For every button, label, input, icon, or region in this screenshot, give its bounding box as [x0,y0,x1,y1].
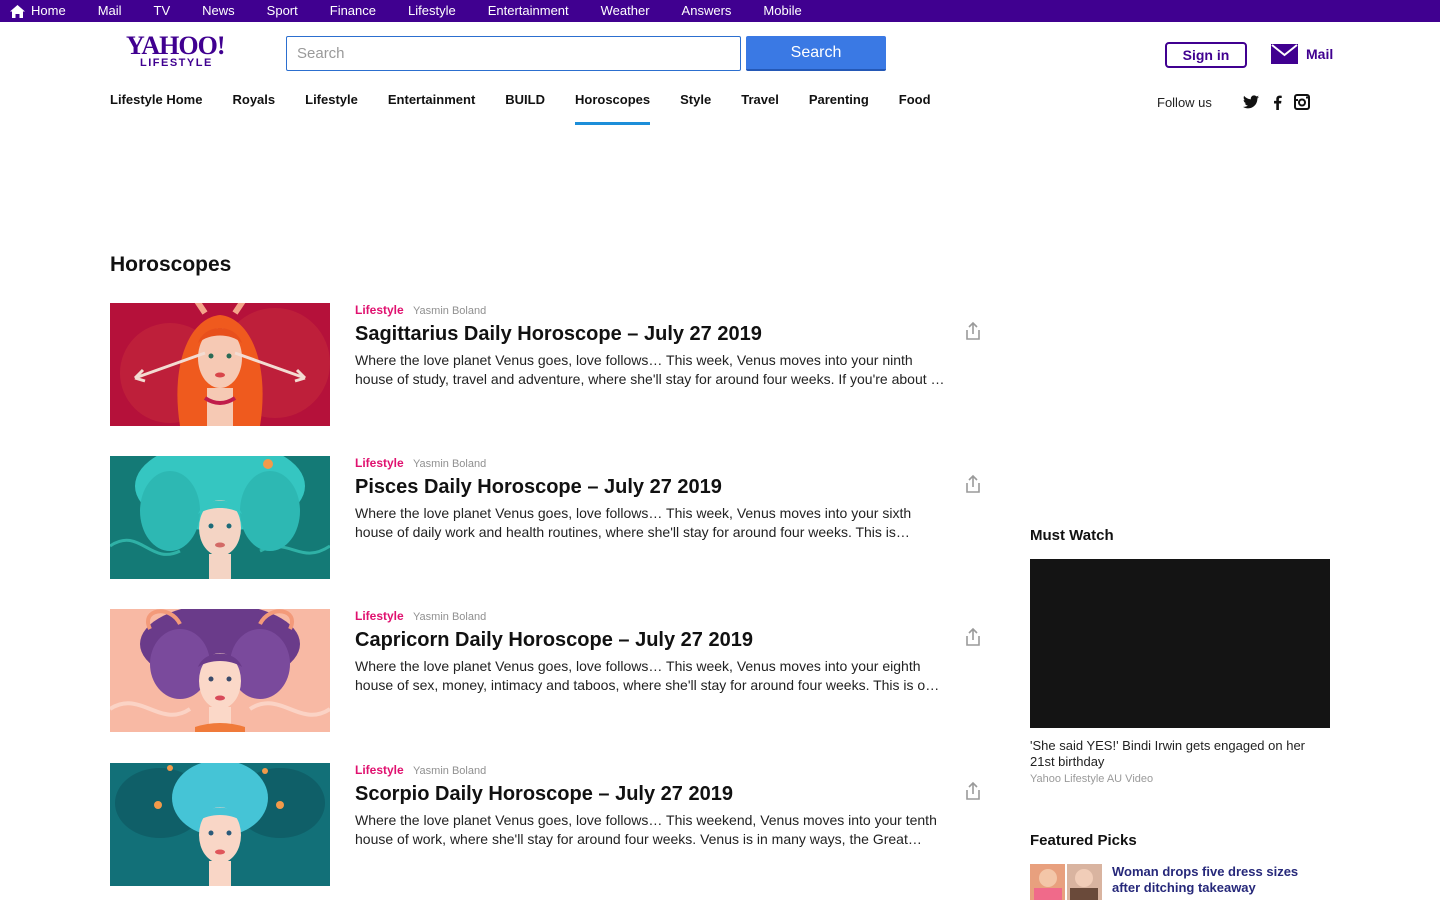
nav-travel[interactable]: Travel [741,92,779,125]
article-category[interactable]: Lifestyle [355,303,404,317]
top-nav-news[interactable]: News [202,0,235,22]
sign-in-button[interactable]: Sign in [1165,42,1247,68]
mail-icon [1271,44,1298,64]
top-nav-entertainment[interactable]: Entertainment [488,0,569,22]
top-nav-answers[interactable]: Answers [682,0,732,22]
logo-main-text: YAHOO! [126,31,226,60]
nav-lifestyle-home[interactable]: Lifestyle Home [110,92,202,125]
article-thumbnail[interactable] [110,763,330,886]
top-nav-mail[interactable]: Mail [98,0,122,22]
article-meta: Lifestyle Yasmin Boland [355,456,486,470]
article-meta: Lifestyle Yasmin Boland [355,303,486,317]
top-nav-finance[interactable]: Finance [330,0,376,22]
video-player[interactable] [1030,559,1330,728]
video-title[interactable]: 'She said YES!' Bindi Irwin gets engaged… [1030,738,1330,770]
article-meta: Lifestyle Yasmin Boland [355,763,486,777]
top-nav-lifestyle[interactable]: Lifestyle [408,0,456,22]
nav-build[interactable]: BUILD [505,92,545,125]
article-title[interactable]: Sagittarius Daily Horoscope – July 27 20… [355,323,762,346]
article-summary: Where the love planet Venus goes, love f… [355,812,937,847]
article-author: Yasmin Boland [413,305,487,317]
nav-lifestyle[interactable]: Lifestyle [305,92,358,125]
article-meta: Lifestyle Yasmin Boland [355,609,486,623]
article-thumbnail[interactable] [110,456,330,579]
article-summary: Where the love planet Venus goes, love f… [355,658,940,693]
nav-parenting[interactable]: Parenting [809,92,869,125]
mail-link[interactable]: Mail [1271,44,1333,64]
featured-pick-title[interactable]: Woman drops five dress sizes after ditch… [1112,864,1312,896]
nav-entertainment[interactable]: Entertainment [388,92,475,125]
yahoo-lifestyle-logo[interactable]: YAHOO! LIFESTYLE [126,31,226,71]
must-watch-heading: Must Watch [1030,527,1114,544]
featured-picks-heading: Featured Picks [1030,832,1137,849]
nav-horoscopes[interactable]: Horoscopes [575,92,651,125]
home-icon [10,4,25,18]
share-icon[interactable] [963,474,983,494]
article-title[interactable]: Pisces Daily Horoscope – July 27 2019 [355,476,722,499]
twitter-icon[interactable] [1243,94,1259,110]
article-item[interactable]: Lifestyle Yasmin Boland Capricorn Daily … [110,609,990,732]
article-item[interactable]: Lifestyle Yasmin Boland Sagittarius Dail… [110,303,990,426]
article-item[interactable]: Lifestyle Yasmin Boland Pisces Daily Hor… [110,456,990,579]
article-summary: Where the love planet Venus goes, love f… [355,352,945,387]
article-title[interactable]: Scorpio Daily Horoscope – July 27 2019 [355,783,733,806]
top-nav-weather[interactable]: Weather [601,0,650,22]
instagram-icon[interactable] [1294,94,1310,110]
follow-us-label: Follow us [1157,95,1212,110]
nav-style[interactable]: Style [680,92,711,125]
nav-food[interactable]: Food [899,92,931,125]
article-author: Yasmin Boland [413,458,487,470]
article-category[interactable]: Lifestyle [355,456,404,470]
top-nav-home-label: Home [31,3,66,18]
share-icon[interactable] [963,781,983,801]
page-title: Horoscopes [110,253,232,276]
featured-pick-thumbnail[interactable] [1030,864,1102,900]
top-nav-home[interactable]: Home [10,0,66,22]
section-nav: Lifestyle Home Royals Lifestyle Entertai… [110,92,961,125]
article-author: Yasmin Boland [413,765,487,777]
top-nav-sport[interactable]: Sport [267,0,298,22]
mail-label: Mail [1306,46,1334,62]
article-thumbnail[interactable] [110,303,330,426]
article-thumbnail[interactable] [110,609,330,732]
top-nav-tv[interactable]: TV [154,0,171,22]
top-nav-bar: Home Mail TV News Sport Finance Lifestyl… [0,0,1440,22]
article-category[interactable]: Lifestyle [355,763,404,777]
search-input[interactable] [286,36,741,71]
logo-sub-text: LIFESTYLE [140,57,213,69]
search-button[interactable]: Search [746,36,886,71]
share-icon[interactable] [963,321,983,341]
facebook-icon[interactable] [1269,94,1285,110]
article-summary: Where the love planet Venus goes, love f… [355,505,912,540]
article-category[interactable]: Lifestyle [355,609,404,623]
top-nav-mobile[interactable]: Mobile [763,0,801,22]
article-item[interactable]: Lifestyle Yasmin Boland Scorpio Daily Ho… [110,763,990,886]
share-icon[interactable] [963,627,983,647]
article-title[interactable]: Capricorn Daily Horoscope – July 27 2019 [355,629,753,652]
video-source: Yahoo Lifestyle AU Video [1030,773,1154,785]
article-author: Yasmin Boland [413,611,487,623]
nav-royals[interactable]: Royals [232,92,275,125]
